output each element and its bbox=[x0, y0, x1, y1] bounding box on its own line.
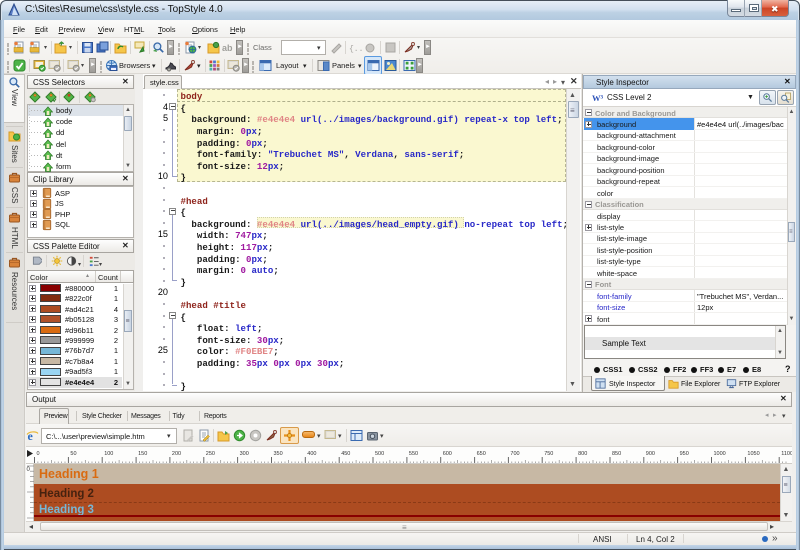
svg-text:850: 850 bbox=[612, 451, 621, 457]
svg-text:550: 550 bbox=[409, 451, 418, 457]
svg-text:750: 750 bbox=[544, 451, 553, 457]
svg-text:150: 150 bbox=[138, 451, 147, 457]
svg-text:1100: 1100 bbox=[781, 451, 792, 457]
svg-text:50: 50 bbox=[70, 451, 76, 457]
svg-text:e: e bbox=[28, 429, 34, 442]
svg-text:300: 300 bbox=[240, 451, 249, 457]
svg-text:350: 350 bbox=[274, 451, 283, 457]
svg-text:250: 250 bbox=[206, 451, 215, 457]
svg-text:1050: 1050 bbox=[747, 451, 759, 457]
svg-text:{..}: {..} bbox=[349, 45, 362, 54]
svg-text:600: 600 bbox=[443, 451, 452, 457]
svg-text:0: 0 bbox=[27, 467, 31, 473]
svg-text:ab: ab bbox=[222, 43, 233, 53]
svg-text:800: 800 bbox=[578, 451, 587, 457]
svg-text:900: 900 bbox=[646, 451, 655, 457]
svg-text:200: 200 bbox=[172, 451, 181, 457]
svg-text:950: 950 bbox=[680, 451, 689, 457]
svg-text:400: 400 bbox=[307, 451, 316, 457]
svg-text:700: 700 bbox=[510, 451, 519, 457]
svg-text:450: 450 bbox=[341, 451, 350, 457]
svg-text:650: 650 bbox=[477, 451, 486, 457]
svg-text:1000: 1000 bbox=[714, 451, 726, 457]
svg-text:100: 100 bbox=[104, 451, 113, 457]
svg-text:W³: W³ bbox=[592, 93, 604, 103]
svg-text:0: 0 bbox=[37, 451, 40, 457]
svg-text:500: 500 bbox=[375, 451, 384, 457]
